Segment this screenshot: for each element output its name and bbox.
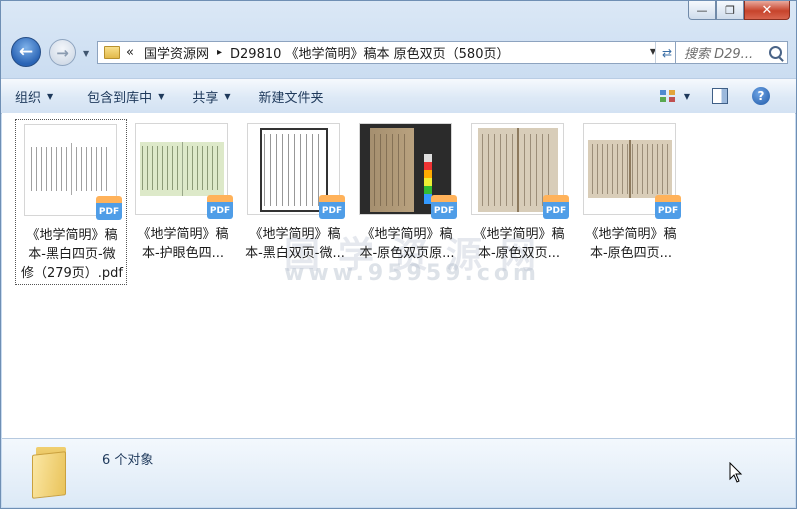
- mouse-cursor-icon: [729, 462, 743, 483]
- forward-button[interactable]: →: [49, 39, 76, 66]
- organize-label: 组织: [15, 90, 42, 106]
- folder-icon: [32, 447, 74, 499]
- pdf-file-icon: PDF: [207, 195, 233, 219]
- file-name-line: 本-原色四页...: [589, 246, 673, 261]
- search-placeholder[interactable]: 搜索 D29...: [684, 43, 753, 62]
- view-options-dropdown[interactable]: ▼: [684, 92, 690, 101]
- pdf-file-icon: PDF: [96, 196, 122, 220]
- file-item[interactable]: PDF 《地学简明》稿 本-原色双页原...: [351, 119, 463, 285]
- file-name-line: 本-黑白四页-微: [28, 247, 116, 262]
- pdf-file-icon: PDF: [655, 195, 681, 219]
- details-pane: 6 个对象: [2, 438, 795, 507]
- breadcrumb-separator-icon[interactable]: ▸: [217, 47, 222, 58]
- chevron-down-icon: ▼: [158, 91, 165, 101]
- file-item[interactable]: PDF 《地学简明》稿 本-黑白四页-微 修（279页）.pdf: [15, 119, 127, 285]
- share-menu[interactable]: 共享 ▼: [178, 87, 244, 106]
- pdf-file-icon: PDF: [319, 195, 345, 219]
- help-icon[interactable]: ?: [752, 87, 770, 105]
- file-name-line: 《地学简明》稿: [249, 227, 341, 242]
- breadcrumb-item-current[interactable]: D29810 《地学简明》稿本 原色双页（580页）: [230, 43, 509, 62]
- pdf-file-icon: PDF: [543, 195, 569, 219]
- minimize-button[interactable]: —: [688, 1, 716, 20]
- change-view-icon[interactable]: [659, 89, 676, 103]
- back-button[interactable]: ←: [11, 37, 41, 67]
- close-button[interactable]: ✕: [744, 1, 790, 20]
- file-name-line: 《地学简明》稿: [585, 227, 677, 242]
- toolbar-right: ▼ ?: [659, 79, 796, 113]
- item-count: 6 个对象: [102, 453, 154, 468]
- file-name-line: 《地学简明》稿: [473, 227, 565, 242]
- file-list-pane[interactable]: 国学资源网 www.95959.com PDF 《地学简明》稿 本-黑白四页-微…: [2, 113, 795, 439]
- arrow-left-icon: ←: [18, 42, 34, 62]
- file-name: 《地学简明》稿 本-原色四页...: [575, 225, 687, 263]
- include-in-library-menu[interactable]: 包含到库中 ▼: [73, 87, 178, 106]
- file-name-line: 《地学简明》稿: [26, 228, 118, 243]
- breadcrumb-item-root[interactable]: 国学资源网: [144, 43, 209, 62]
- file-name: 《地学简明》稿 本-黑白四页-微 修（279页）.pdf: [16, 226, 128, 283]
- maximize-button[interactable]: ❐: [716, 1, 744, 20]
- file-item[interactable]: PDF 《地学简明》稿 本-原色双页...: [463, 119, 575, 285]
- chevron-down-icon: ▼: [47, 91, 54, 101]
- new-folder-label: 新建文件夹: [258, 90, 324, 106]
- file-name: 《地学简明》稿 本-黑白双页-微...: [239, 225, 351, 263]
- explorer-window: — ❐ ✕ ← → ▼ « 国学资源网 ▸ D29810 《地学简明》稿本 原色…: [0, 0, 797, 509]
- address-overflow[interactable]: «: [126, 45, 134, 60]
- preview-pane-icon[interactable]: [712, 88, 728, 104]
- recent-pages-dropdown[interactable]: ▼: [83, 49, 89, 58]
- file-name: 《地学简明》稿 本-护眼色四...: [127, 225, 239, 263]
- address-bar[interactable]: « 国学资源网 ▸ D29810 《地学简明》稿本 原色双页（580页） ▼ ⇄: [97, 41, 679, 64]
- refresh-icon: ⇄: [661, 45, 673, 60]
- file-name: 《地学简明》稿 本-原色双页...: [463, 225, 575, 263]
- file-name-line: 《地学简明》稿: [361, 227, 453, 242]
- command-bar: 组织 ▼ 包含到库中 ▼ 共享 ▼ 新建文件夹 ▼ ?: [1, 78, 796, 114]
- caption-buttons: — ❐ ✕: [688, 1, 790, 20]
- file-name: 《地学简明》稿 本-原色双页原...: [351, 225, 463, 263]
- search-icon[interactable]: [769, 46, 782, 59]
- file-name-line: 《地学简明》稿: [137, 227, 229, 242]
- navigation-row: ← → ▼ « 国学资源网 ▸ D29810 《地学简明》稿本 原色双页（580…: [11, 37, 788, 69]
- search-box[interactable]: 搜索 D29...: [675, 41, 788, 64]
- file-name-line: 本-护眼色四...: [141, 246, 225, 261]
- file-item[interactable]: PDF 《地学简明》稿 本-护眼色四...: [127, 119, 239, 285]
- file-name-line: 本-黑白双页-微...: [245, 246, 345, 261]
- text-columns: [264, 134, 324, 206]
- file-name-line: 本-原色双页原...: [359, 246, 455, 261]
- organize-menu[interactable]: 组织 ▼: [15, 87, 67, 106]
- new-folder-button[interactable]: 新建文件夹: [245, 87, 338, 106]
- folder-icon: [104, 46, 120, 59]
- share-label: 共享: [192, 90, 219, 106]
- chevron-down-icon: ▼: [224, 91, 231, 101]
- include-label: 包含到库中: [87, 90, 153, 106]
- file-item[interactable]: PDF 《地学简明》稿 本-黑白双页-微...: [239, 119, 351, 285]
- pdf-file-icon: PDF: [431, 195, 457, 219]
- file-name-line: 本-原色双页...: [477, 246, 561, 261]
- file-name-line: 修（279页）.pdf: [20, 266, 124, 281]
- file-item[interactable]: PDF 《地学简明》稿 本-原色四页...: [575, 119, 687, 285]
- arrow-right-icon: →: [56, 43, 69, 62]
